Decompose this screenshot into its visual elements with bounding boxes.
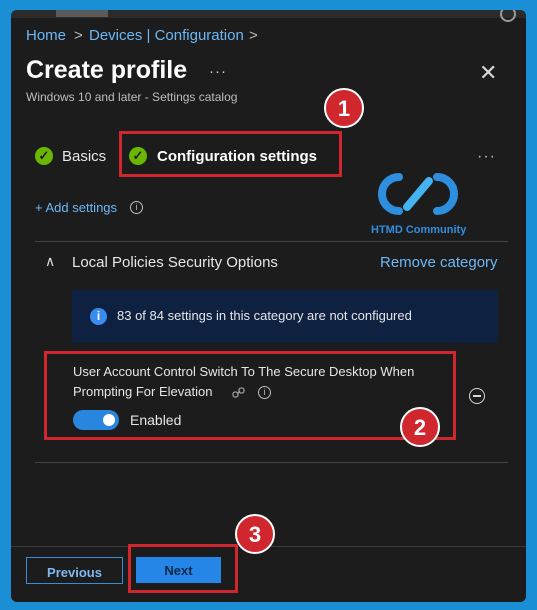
remove-setting-icon[interactable] bbox=[469, 388, 485, 404]
highlight-box-setting bbox=[44, 351, 456, 440]
category-title: Local Policies Security Options bbox=[72, 254, 278, 271]
breadcrumb-devices-configuration[interactable]: Devices | Configuration bbox=[89, 27, 244, 44]
close-icon[interactable]: ✕ bbox=[479, 62, 497, 84]
remove-category-link[interactable]: Remove category bbox=[380, 254, 498, 271]
step-badge-1: 1 bbox=[324, 88, 364, 128]
step-basics[interactable]: Basics bbox=[62, 148, 106, 165]
breadcrumb-separator: > bbox=[249, 27, 258, 44]
info-banner: i 83 of 84 settings in this category are… bbox=[72, 290, 498, 343]
highlight-box-configuration bbox=[119, 131, 342, 177]
divider bbox=[35, 462, 508, 463]
breadcrumb-home[interactable]: Home bbox=[26, 27, 66, 44]
watermark-text: HTMD Community bbox=[371, 224, 467, 236]
htmd-logo-icon bbox=[378, 173, 458, 215]
chevron-up-icon[interactable]: ∧ bbox=[45, 253, 55, 270]
add-settings-link[interactable]: + Add settings bbox=[35, 200, 117, 215]
page-title: Create profile bbox=[26, 56, 188, 84]
info-icon: i bbox=[90, 308, 107, 325]
banner-text: 83 of 84 settings in this category are n… bbox=[117, 308, 412, 323]
breadcrumb-separator: > bbox=[74, 27, 83, 44]
top-tab bbox=[56, 10, 108, 17]
top-strip bbox=[11, 10, 526, 22]
step-badge-2: 2 bbox=[400, 407, 440, 447]
divider bbox=[35, 241, 508, 242]
more-options-icon[interactable]: ··· bbox=[477, 148, 496, 166]
page-subtitle: Windows 10 and later - Settings catalog bbox=[26, 90, 238, 104]
step-badge-3: 3 bbox=[235, 514, 275, 554]
previous-button[interactable]: Previous bbox=[26, 557, 123, 584]
highlight-box-next bbox=[128, 544, 238, 593]
check-icon: ✓ bbox=[35, 147, 53, 165]
top-circle-icon bbox=[500, 10, 516, 22]
create-profile-panel: Home > Devices | Configuration > Create … bbox=[11, 10, 526, 602]
more-options-icon[interactable]: ··· bbox=[209, 63, 227, 80]
info-icon[interactable]: i bbox=[130, 201, 143, 214]
